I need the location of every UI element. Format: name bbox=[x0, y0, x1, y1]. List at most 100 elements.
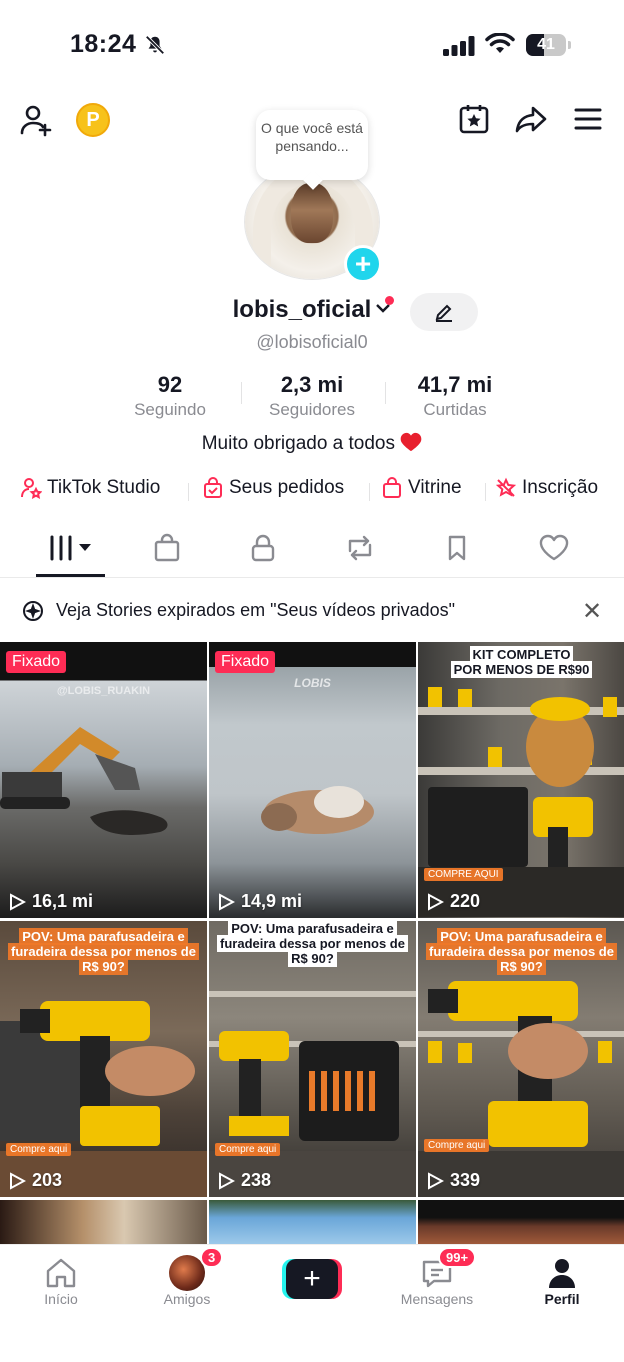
view-count: 14,9 mi bbox=[217, 891, 302, 912]
close-icon[interactable]: ✕ bbox=[582, 597, 602, 626]
caption-line: R$ 90? bbox=[497, 958, 546, 975]
profile-stats: 92 Seguindo 2,3 mi Seguidores 41,7 mi Cu… bbox=[0, 372, 624, 424]
video-thumbnail[interactable] bbox=[0, 1200, 207, 1244]
views-label: 238 bbox=[241, 1170, 272, 1190]
video-grid: Fixado @LOBIS_RUAKIN 16,1 mi Fixado LOBI… bbox=[0, 642, 624, 1262]
video-thumbnail[interactable]: POV: Uma parafusadeira e furadeira dessa… bbox=[0, 921, 207, 1197]
share-button[interactable] bbox=[513, 101, 549, 137]
views-label: 220 bbox=[450, 891, 481, 911]
views-label: 339 bbox=[450, 1170, 481, 1190]
tab-videos[interactable] bbox=[48, 530, 96, 566]
repost-icon bbox=[348, 535, 372, 561]
content-tabs bbox=[0, 524, 624, 578]
status-bar: 18:24 41 bbox=[0, 0, 624, 90]
video-thumbnail[interactable] bbox=[418, 1200, 624, 1244]
banner-text: Veja Stories expirados em "Seus vídeos p… bbox=[56, 600, 455, 620]
play-icon bbox=[428, 1171, 444, 1190]
profile-bio: Muito obrigado a todos bbox=[0, 432, 624, 455]
link-label: Seus pedidos bbox=[229, 477, 345, 498]
view-count: 238 bbox=[217, 1170, 271, 1191]
video-thumbnail[interactable]: POV: Uma parafusadeira e furadeira dessa… bbox=[209, 921, 416, 1197]
plus-icon: + bbox=[354, 248, 372, 279]
stat-number: 41,7 mi bbox=[417, 372, 493, 397]
video-caption: KIT COMPLETO POR MENOS DE R$90 bbox=[418, 646, 624, 678]
link-seus-pedidos[interactable]: Seus pedidos bbox=[202, 477, 344, 499]
pinned-badge: Fixado bbox=[215, 651, 276, 673]
video-thumbnail[interactable] bbox=[209, 1200, 416, 1244]
buy-tag: Compre aqui bbox=[215, 1143, 281, 1156]
lock-icon bbox=[251, 534, 275, 562]
notification-dot bbox=[385, 296, 394, 305]
bag-check-icon bbox=[204, 477, 222, 498]
nav-label: Início bbox=[44, 1291, 78, 1307]
calendar-star-icon bbox=[459, 105, 489, 134]
username-row[interactable]: lobis_oficial bbox=[0, 296, 624, 324]
video-caption: POV: Uma parafusadeira e furadeira dessa… bbox=[0, 928, 207, 975]
video-thumbnail[interactable]: POV: Uma parafusadeira e furadeira dessa… bbox=[418, 921, 624, 1197]
person-star-icon bbox=[21, 478, 42, 499]
video-caption: POV: Uma parafusadeira e furadeira dessa… bbox=[418, 928, 624, 975]
play-icon bbox=[219, 1171, 235, 1190]
nav-friends[interactable]: Amigos bbox=[137, 1255, 237, 1307]
signal-icon bbox=[443, 36, 475, 56]
add-friend-button[interactable] bbox=[18, 102, 54, 138]
video-thumbnail[interactable]: Fixado LOBIS 14,9 mi bbox=[209, 642, 416, 918]
views-label: 203 bbox=[32, 1170, 63, 1190]
views-label: 14,9 mi bbox=[241, 891, 303, 911]
tab-favorites[interactable] bbox=[437, 530, 477, 566]
calendar-button[interactable] bbox=[456, 101, 492, 137]
stat-following[interactable]: 92 Seguindo bbox=[110, 372, 230, 420]
coin-button[interactable]: P bbox=[76, 103, 110, 137]
inbox-badge: 99+ bbox=[438, 1247, 477, 1268]
play-icon bbox=[10, 1171, 26, 1190]
view-count: 16,1 mi bbox=[8, 891, 93, 912]
link-label: TikTok Studio bbox=[47, 477, 161, 498]
tab-reposts[interactable] bbox=[340, 530, 380, 566]
stat-number: 2,3 mi bbox=[280, 372, 344, 397]
bottom-nav: Início Amigos 3 + Mensagens 99+ Perfil bbox=[0, 1244, 624, 1362]
tab-liked[interactable] bbox=[534, 530, 574, 566]
menu-button[interactable] bbox=[570, 101, 606, 137]
buy-tag: Compre aqui bbox=[6, 1143, 72, 1156]
subscription-icon bbox=[495, 477, 517, 497]
view-count: 220 bbox=[426, 891, 480, 912]
tab-active-indicator bbox=[36, 574, 105, 577]
user-handle: @lobisoficial0 bbox=[256, 332, 368, 352]
link-tiktok-studio[interactable]: TikTok Studio bbox=[20, 477, 160, 499]
caption-line: POR MENOS DE R$90 bbox=[450, 661, 593, 678]
views-label: 16,1 mi bbox=[32, 891, 94, 911]
add-story-button[interactable]: + bbox=[344, 245, 382, 283]
stat-likes[interactable]: 41,7 mi Curtidas bbox=[395, 372, 515, 420]
link-label: Vitrine bbox=[408, 477, 462, 498]
username: lobis_oficial bbox=[232, 296, 372, 323]
stat-followers[interactable]: 2,3 mi Seguidores bbox=[252, 372, 372, 420]
bell-muted-icon bbox=[145, 35, 165, 55]
bookmark-icon bbox=[448, 535, 466, 561]
nav-label: Perfil bbox=[544, 1291, 580, 1307]
profile-links: TikTok Studio Seus pedidos Vitrine Inscr… bbox=[0, 477, 624, 507]
nav-home[interactable]: Início bbox=[11, 1255, 111, 1307]
tab-shop[interactable] bbox=[147, 530, 187, 566]
bio-text: Muito obrigado a todos bbox=[201, 433, 395, 454]
edit-profile-button[interactable] bbox=[410, 293, 478, 331]
create-button[interactable]: + bbox=[282, 1259, 342, 1299]
tab-private[interactable] bbox=[243, 530, 283, 566]
share-arrow-icon bbox=[515, 106, 547, 133]
nav-profile[interactable]: Perfil bbox=[512, 1255, 612, 1307]
link-vitrine[interactable]: Vitrine bbox=[381, 477, 462, 499]
view-count: 203 bbox=[8, 1170, 62, 1191]
home-icon bbox=[46, 1258, 76, 1288]
caption-line: R$ 90? bbox=[79, 958, 128, 975]
video-thumbnail[interactable]: Fixado @LOBIS_RUAKIN 16,1 mi bbox=[0, 642, 207, 918]
red-heart-icon bbox=[400, 432, 422, 452]
watermark: LOBIS bbox=[294, 676, 331, 690]
profile-icon bbox=[549, 1259, 575, 1288]
video-thumbnail[interactable]: KIT COMPLETO POR MENOS DE R$90 COMPRE AQ… bbox=[418, 642, 624, 918]
status-note-bubble[interactable]: O que você está pensando... bbox=[256, 110, 368, 180]
video-caption: POV: Uma parafusadeira e furadeira dessa… bbox=[209, 921, 416, 967]
nav-label: Mensagens bbox=[400, 1291, 474, 1307]
link-inscricao[interactable]: Inscrição bbox=[495, 477, 598, 499]
plus-icon: + bbox=[303, 1262, 321, 1295]
stories-banner[interactable]: Veja Stories expirados em "Seus vídeos p… bbox=[0, 586, 624, 634]
pencil-icon bbox=[435, 304, 452, 322]
